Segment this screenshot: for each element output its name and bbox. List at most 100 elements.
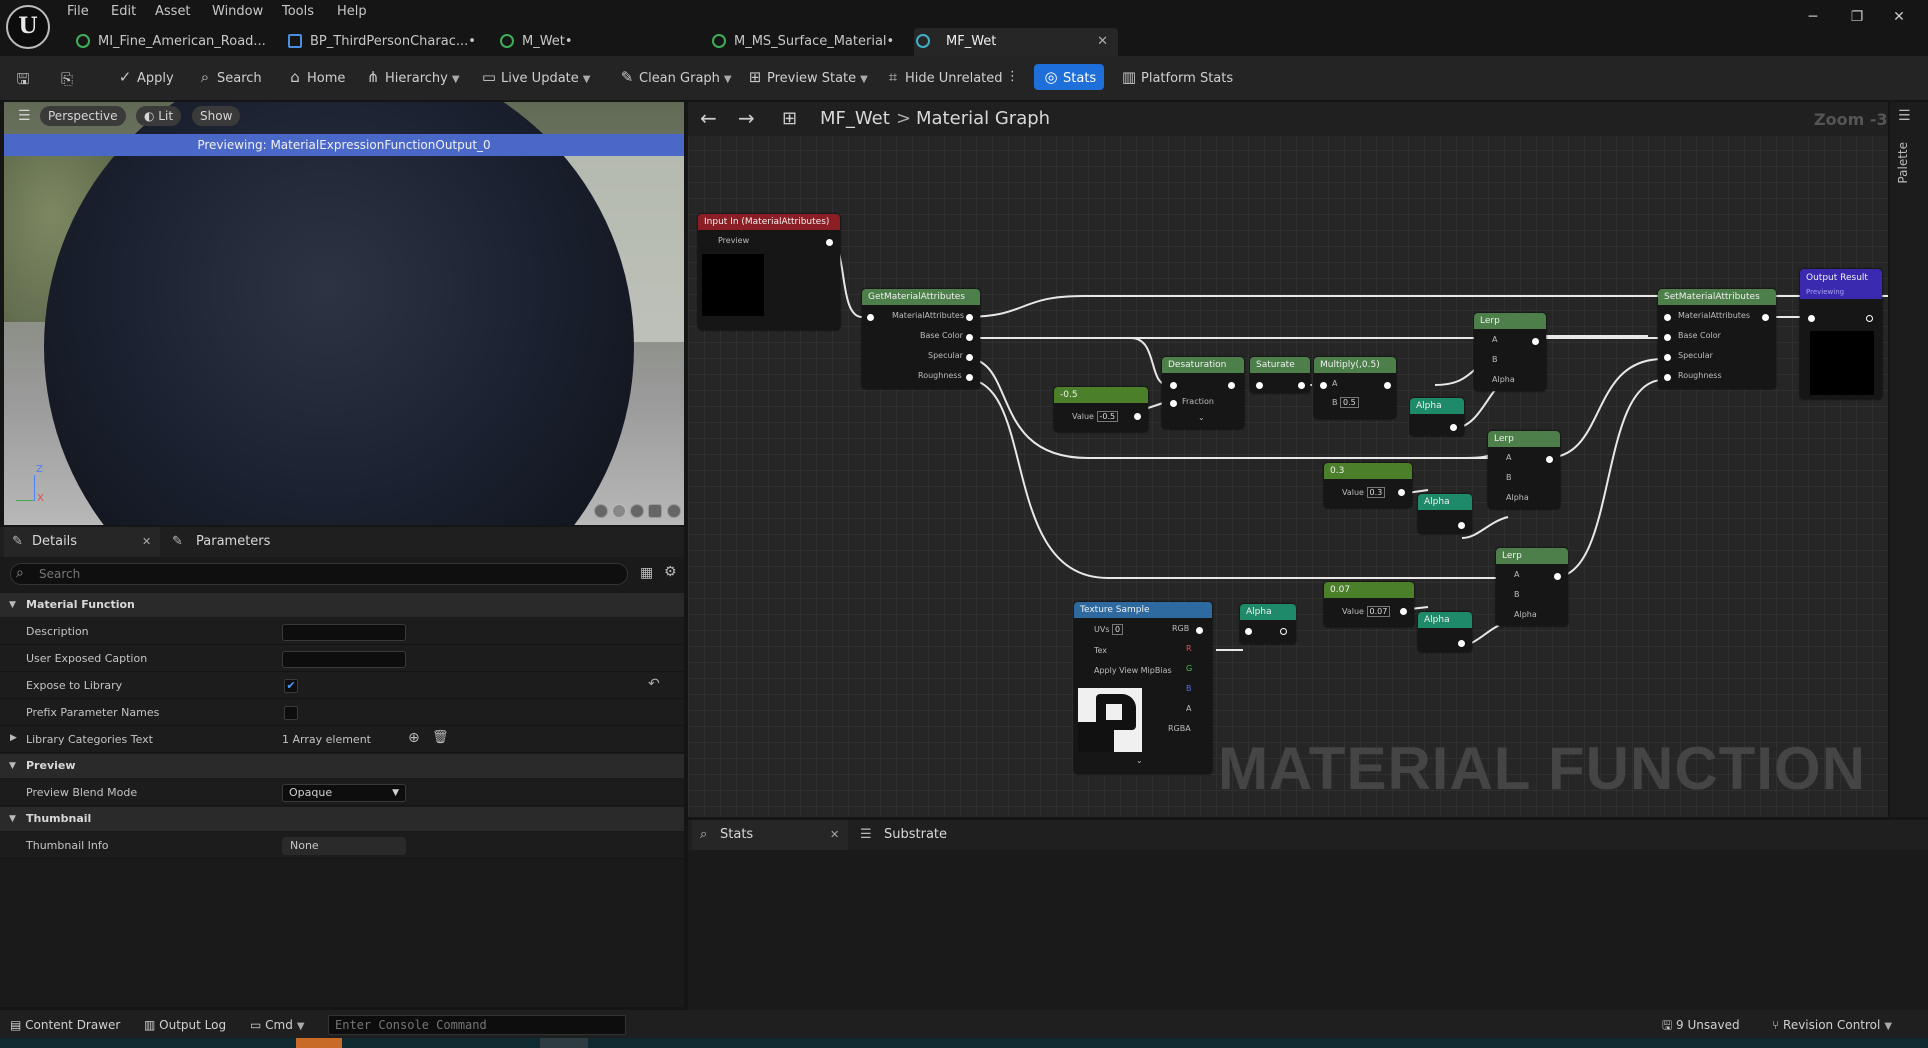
revision-control-button[interactable]: ⑂ Revision Control ▼ xyxy=(1772,1015,1892,1035)
lerp2-output-pin[interactable] xyxy=(1546,456,1553,463)
back-arrow-icon[interactable]: ← xyxy=(700,106,717,130)
preview-shape-buttons[interactable] xyxy=(594,504,682,520)
settings-gear-icon[interactable]: ⚙ xyxy=(664,564,677,580)
multiply-output-pin[interactable] xyxy=(1384,382,1391,389)
output-preview-pin[interactable] xyxy=(1866,315,1873,322)
tab-mf-wet[interactable]: MF_Wet ✕ xyxy=(914,28,1118,56)
menu-asset[interactable]: Asset xyxy=(155,4,191,19)
breadcrumb-leaf[interactable]: Material Graph xyxy=(916,108,1050,129)
saturate-output-pin[interactable] xyxy=(1298,382,1305,389)
more-options-icon[interactable]: ⋮ xyxy=(1006,64,1019,90)
node-lerp-2[interactable]: Lerp A B Alpha xyxy=(1488,431,1560,509)
tab-mi-fine-american-road[interactable]: MI_Fine_American_Road... xyxy=(74,28,274,56)
menu-window[interactable]: Window xyxy=(212,4,263,19)
c03-output-pin[interactable] xyxy=(1398,489,1405,496)
palette-menu-icon[interactable]: ☰ xyxy=(1898,108,1911,124)
set-output-pin[interactable] xyxy=(1762,314,1769,321)
output-log-button[interactable]: ▥ Output Log xyxy=(144,1015,226,1035)
viewport-menu-icon[interactable]: ☰ xyxy=(10,106,39,126)
node-alpha-2[interactable]: Alpha xyxy=(1418,494,1472,534)
cylinder-icon[interactable] xyxy=(594,504,608,518)
hide-unrelated-button[interactable]: ⌗ Hide Unrelated xyxy=(884,64,1003,90)
section-thumbnail[interactable]: ▼ Thumbnail xyxy=(0,807,684,831)
unreal-logo-icon[interactable]: U xyxy=(6,5,50,49)
get-input-pin[interactable] xyxy=(867,314,874,321)
section-material-function[interactable]: ▼ Material Function xyxy=(0,593,684,617)
multiply-a-pin[interactable] xyxy=(1320,382,1327,389)
alpha1-output-pin[interactable] xyxy=(1450,424,1457,431)
expand-chevron-icon[interactable]: ⌄ xyxy=(1198,413,1205,422)
desat-input-pin[interactable] xyxy=(1170,382,1177,389)
home-button[interactable]: ⌂ Home xyxy=(286,64,345,90)
lerp3-output-pin[interactable] xyxy=(1554,573,1561,580)
tab-bp-thirdperson[interactable]: BP_ThirdPersonCharac...• xyxy=(286,28,486,56)
restore-icon[interactable]: ❐ xyxy=(1842,4,1872,30)
preview-blend-mode-dropdown[interactable]: Opaque ▼ xyxy=(282,784,406,802)
apply-button[interactable]: ✓ Apply xyxy=(116,64,174,90)
content-drawer-button[interactable]: ▤ Content Drawer xyxy=(10,1015,120,1035)
node-alpha-3[interactable]: Alpha xyxy=(1418,612,1472,652)
close-stats-icon[interactable]: ✕ xyxy=(830,820,839,850)
expand-arrow-icon[interactable]: ▶ xyxy=(10,733,17,743)
prefix-parameter-names-checkbox[interactable] xyxy=(284,706,298,720)
node-set-material-attributes[interactable]: SetMaterialAttributes MaterialAttributes… xyxy=(1658,289,1776,389)
alpha-tex-output-pin[interactable] xyxy=(1280,628,1287,635)
node-saturate[interactable]: Saturate xyxy=(1250,357,1310,393)
get-roughness-pin[interactable] xyxy=(966,374,973,381)
clean-graph-button[interactable]: ✎ Clean Graph ▼ xyxy=(618,64,732,90)
show-button[interactable]: Show xyxy=(192,106,241,126)
tab-parameters[interactable]: ✎ Parameters xyxy=(168,527,318,557)
sphere-icon[interactable] xyxy=(612,504,627,518)
node-desaturation[interactable]: Desaturation Fraction ⌄ xyxy=(1162,357,1244,429)
node-function-input[interactable]: Input In (MaterialAttributes) Preview xyxy=(698,214,840,330)
alpha2-output-pin[interactable] xyxy=(1458,522,1465,529)
live-update-button[interactable]: ▭ Live Update ▼ xyxy=(480,64,591,90)
node-alpha-tex[interactable]: Alpha xyxy=(1240,604,1296,644)
reset-to-default-icon[interactable]: ↶ xyxy=(648,676,660,692)
menu-help[interactable]: Help xyxy=(337,4,367,19)
preview-viewport[interactable]: ☰ Perspective ◐ Lit Show Previewing: Mat… xyxy=(4,102,684,525)
description-input[interactable] xyxy=(282,624,406,641)
close-window-icon[interactable]: ✕ xyxy=(1884,4,1914,30)
material-graph[interactable]: Input In (MaterialAttributes) Preview Ge… xyxy=(688,102,1888,817)
browse-icon[interactable]: ⎘ xyxy=(58,66,79,92)
preview-state-button[interactable]: ⊞ Preview State ▼ xyxy=(746,64,868,90)
custom-mesh-icon[interactable] xyxy=(666,504,681,518)
node-constant-007[interactable]: 0.07 Value 0.07 xyxy=(1324,582,1414,627)
get-ma-pin[interactable] xyxy=(966,314,973,321)
search-button[interactable]: ⌕ Search xyxy=(196,64,262,90)
get-basecolor-pin[interactable] xyxy=(966,334,973,341)
palette-tab[interactable]: Palette xyxy=(1896,142,1910,184)
tab-stats[interactable]: ⌕ Stats ✕ xyxy=(692,820,848,850)
menu-file[interactable]: File xyxy=(67,4,89,19)
table-view-icon[interactable]: ▦ xyxy=(640,565,653,581)
plane-icon[interactable] xyxy=(630,504,645,518)
expose-to-library-checkbox[interactable]: ✔ xyxy=(284,679,298,693)
node-texture-sample[interactable]: Texture Sample UVs 0 Tex Apply View MipB… xyxy=(1074,602,1212,774)
set-ma-pin[interactable] xyxy=(1664,314,1671,321)
add-element-icon[interactable]: ⊕ xyxy=(408,730,420,746)
tab-substrate[interactable]: ☰ Substrate xyxy=(856,820,1006,850)
set-basecolor-pin[interactable] xyxy=(1664,334,1671,341)
close-details-icon[interactable]: ✕ xyxy=(142,527,151,557)
node-alpha-1[interactable]: Alpha xyxy=(1410,398,1464,436)
cmd-dropdown[interactable]: ▭ Cmd ▼ xyxy=(250,1015,305,1035)
save-icon[interactable]: 🖫 xyxy=(14,66,35,92)
details-search-input[interactable] xyxy=(10,563,628,585)
user-exposed-caption-input[interactable] xyxy=(282,651,406,668)
forward-arrow-icon[interactable]: → xyxy=(738,106,755,130)
breadcrumb-root[interactable]: MF_Wet xyxy=(820,108,890,129)
delete-icon[interactable]: 🗑 xyxy=(432,730,449,745)
menu-edit[interactable]: Edit xyxy=(111,4,136,19)
minimize-icon[interactable]: ─ xyxy=(1798,4,1828,30)
lit-button[interactable]: ◐ Lit xyxy=(136,106,182,126)
cube-icon[interactable] xyxy=(648,504,663,518)
c007-output-pin[interactable] xyxy=(1400,608,1407,615)
alpha3-output-pin[interactable] xyxy=(1458,640,1465,647)
saturate-input-pin[interactable] xyxy=(1256,382,1263,389)
neg05-output-pin[interactable] xyxy=(1134,413,1141,420)
stats-button[interactable]: ◎ Stats xyxy=(1034,64,1105,90)
menu-tools[interactable]: Tools xyxy=(282,4,314,19)
set-specular-pin[interactable] xyxy=(1664,354,1671,361)
node-lerp-1[interactable]: Lerp A B Alpha xyxy=(1474,313,1546,391)
